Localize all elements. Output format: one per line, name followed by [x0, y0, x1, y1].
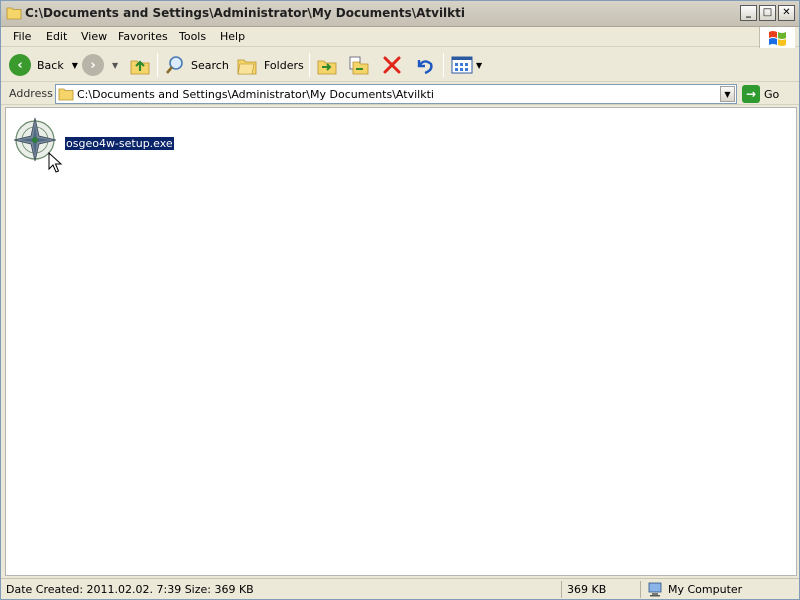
- folders-button[interactable]: Folders: [236, 53, 304, 77]
- minimize-button[interactable]: _: [740, 5, 757, 21]
- address-input[interactable]: C:\Documents and Settings\Administrator\…: [55, 84, 737, 104]
- menu-file[interactable]: File: [13, 30, 31, 43]
- maximize-button[interactable]: □: [759, 5, 776, 21]
- search-icon: [166, 56, 183, 74]
- go-label: Go: [764, 87, 780, 101]
- toolbar-separator: [443, 53, 444, 77]
- folder-icon: [58, 88, 74, 101]
- windows-logo-icon: [759, 27, 795, 49]
- back-arrow-icon: ‹: [9, 54, 31, 76]
- delete-icon: [383, 56, 401, 74]
- menu-bar: File Edit View Favorites Tools Help: [1, 27, 799, 49]
- address-dropdown-icon[interactable]: ▼: [720, 86, 735, 102]
- address-bar: Address C:\Documents and Settings\Admini…: [1, 83, 799, 105]
- views-button[interactable]: ▼: [451, 53, 482, 77]
- undo-icon: [417, 60, 433, 75]
- copy-to-button[interactable]: [347, 53, 369, 77]
- file-name[interactable]: osgeo4w-setup.exe: [64, 136, 175, 151]
- menu-view[interactable]: View: [81, 30, 107, 43]
- move-to-icon: [317, 60, 337, 75]
- window-title: C:\Documents and Settings\Administrator\…: [25, 6, 466, 20]
- back-label: Back: [37, 58, 64, 72]
- search-label: Search: [191, 58, 229, 72]
- status-details: Date Created: 2011.02.02. 7:39 Size: 369…: [2, 581, 562, 598]
- back-button[interactable]: ‹ Back ▼: [9, 53, 78, 77]
- search-button[interactable]: Search: [164, 53, 229, 77]
- status-bar: Date Created: 2011.02.02. 7:39 Size: 369…: [1, 578, 799, 599]
- up-folder-icon: [130, 60, 150, 75]
- move-to-button[interactable]: [316, 53, 338, 77]
- views-dropdown-icon[interactable]: ▼: [476, 61, 482, 70]
- undo-button[interactable]: [413, 53, 435, 77]
- go-arrow-icon: →: [742, 85, 760, 103]
- list-item[interactable]: osgeo4w-setup.exe: [12, 116, 182, 166]
- status-zone: My Computer: [643, 581, 797, 598]
- folders-icon: [237, 59, 257, 75]
- status-size: 369 KB: [563, 581, 641, 598]
- views-icon: [451, 56, 473, 74]
- toolbar: ‹ Back ▼ › ▼ Search Folders ▼: [1, 48, 799, 82]
- status-zone-label: My Computer: [668, 583, 743, 596]
- menu-edit[interactable]: Edit: [46, 30, 67, 43]
- mouse-cursor-icon: [48, 152, 63, 173]
- forward-arrow-icon: ›: [82, 54, 104, 76]
- delete-button[interactable]: [381, 53, 403, 77]
- folders-label: Folders: [264, 58, 304, 72]
- toolbar-separator: [157, 53, 158, 77]
- explorer-window: C:\Documents and Settings\Administrator\…: [0, 0, 800, 600]
- toolbar-separator: [309, 53, 310, 77]
- computer-icon: [648, 582, 662, 597]
- menu-help[interactable]: Help: [220, 30, 245, 43]
- back-dropdown-icon[interactable]: ▼: [72, 61, 78, 70]
- forward-button[interactable]: › ▼: [82, 53, 118, 77]
- up-folder-button[interactable]: [129, 53, 151, 77]
- copy-to-icon: [349, 56, 369, 75]
- address-label: Address: [9, 87, 53, 100]
- folder-icon: [6, 7, 22, 20]
- title-bar[interactable]: C:\Documents and Settings\Administrator\…: [1, 1, 799, 27]
- close-button[interactable]: ✕: [778, 5, 795, 21]
- file-list-pane[interactable]: osgeo4w-setup.exe: [5, 107, 797, 576]
- go-button[interactable]: → Go: [742, 84, 779, 104]
- forward-dropdown-icon[interactable]: ▼: [112, 61, 118, 70]
- menu-tools[interactable]: Tools: [179, 30, 206, 43]
- menu-favorites[interactable]: Favorites: [118, 30, 168, 43]
- address-path[interactable]: C:\Documents and Settings\Administrator\…: [77, 88, 434, 101]
